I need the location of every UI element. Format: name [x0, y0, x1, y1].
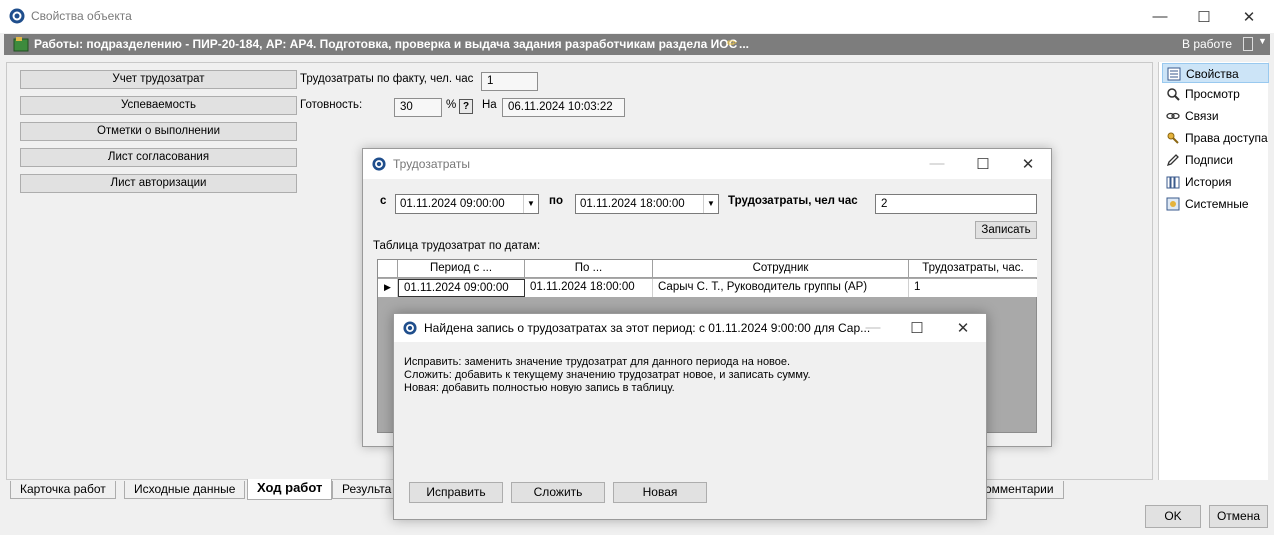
- column-header-employee[interactable]: Сотрудник: [653, 260, 909, 278]
- main-titlebar: Свойства объекта — ☐ ✕: [0, 0, 1274, 33]
- labor-amount-label: Трудозатраты, чел час: [728, 195, 858, 207]
- sidebar-item-access-rights[interactable]: Права доступа: [1162, 128, 1269, 148]
- conflict-dialog-title: Найдена запись о трудозатратах за этот п…: [424, 321, 871, 335]
- status-label: В работе: [1182, 37, 1233, 51]
- labor-dialog-maximize-button[interactable]: ☐: [960, 147, 1006, 180]
- close-button[interactable]: ✕: [1226, 0, 1272, 33]
- cell-employee[interactable]: Сарыч С. Т., Руководитель группы (АР): [653, 279, 909, 297]
- labor-dialog-titlebar: Трудозатраты — ☐ ✕: [363, 149, 1051, 179]
- keys-icon: [1167, 132, 1179, 144]
- pen-icon: [1166, 154, 1179, 167]
- to-datetime-value: 01.11.2024 18:00:00: [580, 198, 685, 210]
- conflict-dialog-titlebar: Найдена запись о трудозатратах за этот п…: [394, 314, 986, 342]
- readiness-field[interactable]: 30: [394, 98, 442, 117]
- sidebar-item-label: Свойства: [1186, 67, 1239, 81]
- add-button[interactable]: Сложить: [511, 482, 605, 503]
- row-selector-icon[interactable]: ▶: [378, 279, 398, 297]
- authorization-sheet-button[interactable]: Лист авторизации: [20, 174, 297, 193]
- fix-explanation: Исправить: заменить значение трудозатрат…: [404, 356, 791, 368]
- edit-pencil-icon[interactable]: ✏: [727, 36, 737, 50]
- column-header-from[interactable]: Период с ...: [398, 260, 525, 278]
- sidebar-item-label: Просмотр: [1185, 87, 1240, 101]
- magnifier-icon: [1167, 88, 1180, 101]
- tab-results[interactable]: Результа: [332, 481, 402, 499]
- labor-dialog-minimize-button[interactable]: —: [914, 147, 960, 180]
- chevron-down-icon[interactable]: ▼: [703, 195, 718, 213]
- sidebar-item-signatures[interactable]: Подписи: [1162, 150, 1269, 170]
- properties-icon: [1167, 67, 1181, 81]
- object-header: Работы: подразделению - ПИР-20-184, АР: …: [4, 34, 1270, 55]
- date-on-label: На: [482, 99, 497, 111]
- fact-labor-label: Трудозатраты по факту, чел. час: [300, 73, 474, 85]
- help-icon[interactable]: ?: [459, 99, 473, 114]
- sidebar-item-label: Связи: [1185, 109, 1219, 123]
- maximize-button[interactable]: ☐: [1181, 0, 1227, 33]
- readiness-date-field[interactable]: 06.11.2024 10:03:22: [502, 98, 625, 117]
- from-label: с: [380, 195, 387, 207]
- conflict-dialog: Найдена запись о трудозатратах за этот п…: [393, 313, 987, 520]
- save-labor-button[interactable]: Записать: [975, 221, 1037, 239]
- object-title: Работы: подразделению - ПИР-20-184, АР: …: [34, 37, 738, 51]
- sidebar-item-label: Подписи: [1185, 153, 1233, 167]
- conflict-explanation: Исправить: заменить значение трудозатрат…: [404, 356, 811, 395]
- cell-from[interactable]: 01.11.2024 09:00:00: [398, 279, 525, 297]
- sidebar-item-view[interactable]: Просмотр: [1162, 84, 1269, 104]
- from-datetime-value: 01.11.2024 09:00:00: [400, 198, 505, 210]
- performance-button[interactable]: Успеваемость: [20, 96, 297, 115]
- labor-amount-input[interactable]: 2: [875, 194, 1037, 214]
- labor-accounting-button[interactable]: Учет трудозатрат: [20, 70, 297, 89]
- status-document-icon[interactable]: [1243, 37, 1253, 51]
- tab-work-progress[interactable]: Ход работ: [247, 479, 333, 500]
- fact-labor-field[interactable]: 1: [481, 72, 538, 91]
- column-header-hours[interactable]: Трудозатраты, час.: [909, 260, 1037, 278]
- title-ellipsis: ...: [739, 37, 750, 51]
- minimize-button[interactable]: —: [1137, 0, 1183, 33]
- conflict-dialog-close-button[interactable]: ✕: [940, 311, 986, 344]
- column-header-to[interactable]: По ...: [525, 260, 653, 278]
- tab-source-data[interactable]: Исходные данные: [124, 481, 246, 499]
- percent-sign: %: [446, 99, 457, 111]
- sidebar-item-links[interactable]: Связи: [1162, 106, 1269, 126]
- approval-sheet-button[interactable]: Лист согласования: [20, 148, 297, 167]
- to-datetime-picker[interactable]: 01.11.2024 18:00:00 ▼: [575, 194, 719, 214]
- status-dropdown-icon[interactable]: ▼: [1258, 36, 1267, 46]
- conflict-dialog-maximize-button[interactable]: ☐: [894, 311, 940, 344]
- cancel-button[interactable]: Отмена: [1209, 505, 1268, 528]
- cell-hours[interactable]: 1: [909, 279, 1037, 297]
- sidebar-item-system[interactable]: Системные: [1162, 194, 1269, 214]
- sidebar-item-history[interactable]: История: [1162, 172, 1269, 192]
- add-explanation: Сложить: добавить к текущему значению тр…: [404, 369, 811, 381]
- app-logo-icon: [9, 8, 25, 24]
- row-header-corner: [378, 260, 398, 278]
- readiness-label: Готовность:: [300, 99, 363, 111]
- sidebar-item-label: Права доступа: [1185, 131, 1268, 145]
- history-icon: [1166, 176, 1180, 189]
- link-icon: [1166, 112, 1180, 120]
- tab-comments[interactable]: омментарии: [976, 481, 1064, 499]
- labor-dialog-title: Трудозатраты: [393, 157, 470, 171]
- labor-table-caption: Таблица трудозатрат по датам:: [373, 240, 541, 252]
- ok-button[interactable]: OK: [1145, 505, 1201, 528]
- conflict-dialog-minimize-button[interactable]: —: [850, 311, 896, 344]
- system-icon: [1166, 197, 1180, 211]
- chevron-down-icon[interactable]: ▼: [523, 195, 538, 213]
- tab-work-card[interactable]: Карточка работ: [10, 481, 116, 499]
- labor-dialog-close-button[interactable]: ✕: [1005, 147, 1051, 180]
- from-datetime-picker[interactable]: 01.11.2024 09:00:00 ▼: [395, 194, 539, 214]
- new-explanation: Новая: добавить полностью новую запись в…: [404, 382, 675, 394]
- new-button[interactable]: Новая: [613, 482, 707, 503]
- app-logo-icon: [403, 321, 417, 335]
- fix-button[interactable]: Исправить: [409, 482, 503, 503]
- cell-to[interactable]: 01.11.2024 18:00:00: [525, 279, 653, 297]
- side-navigation: Свойства Просмотр Связи Права доступа По…: [1158, 62, 1269, 480]
- works-icon: [13, 37, 29, 52]
- window-title: Свойства объекта: [31, 9, 132, 23]
- sidebar-item-label: Системные: [1185, 197, 1249, 211]
- completion-marks-button[interactable]: Отметки о выполнении: [20, 122, 297, 141]
- sidebar-item-label: История: [1185, 175, 1232, 189]
- app-logo-icon: [372, 157, 386, 171]
- to-label: по: [549, 195, 563, 207]
- sidebar-item-properties[interactable]: Свойства: [1162, 63, 1269, 83]
